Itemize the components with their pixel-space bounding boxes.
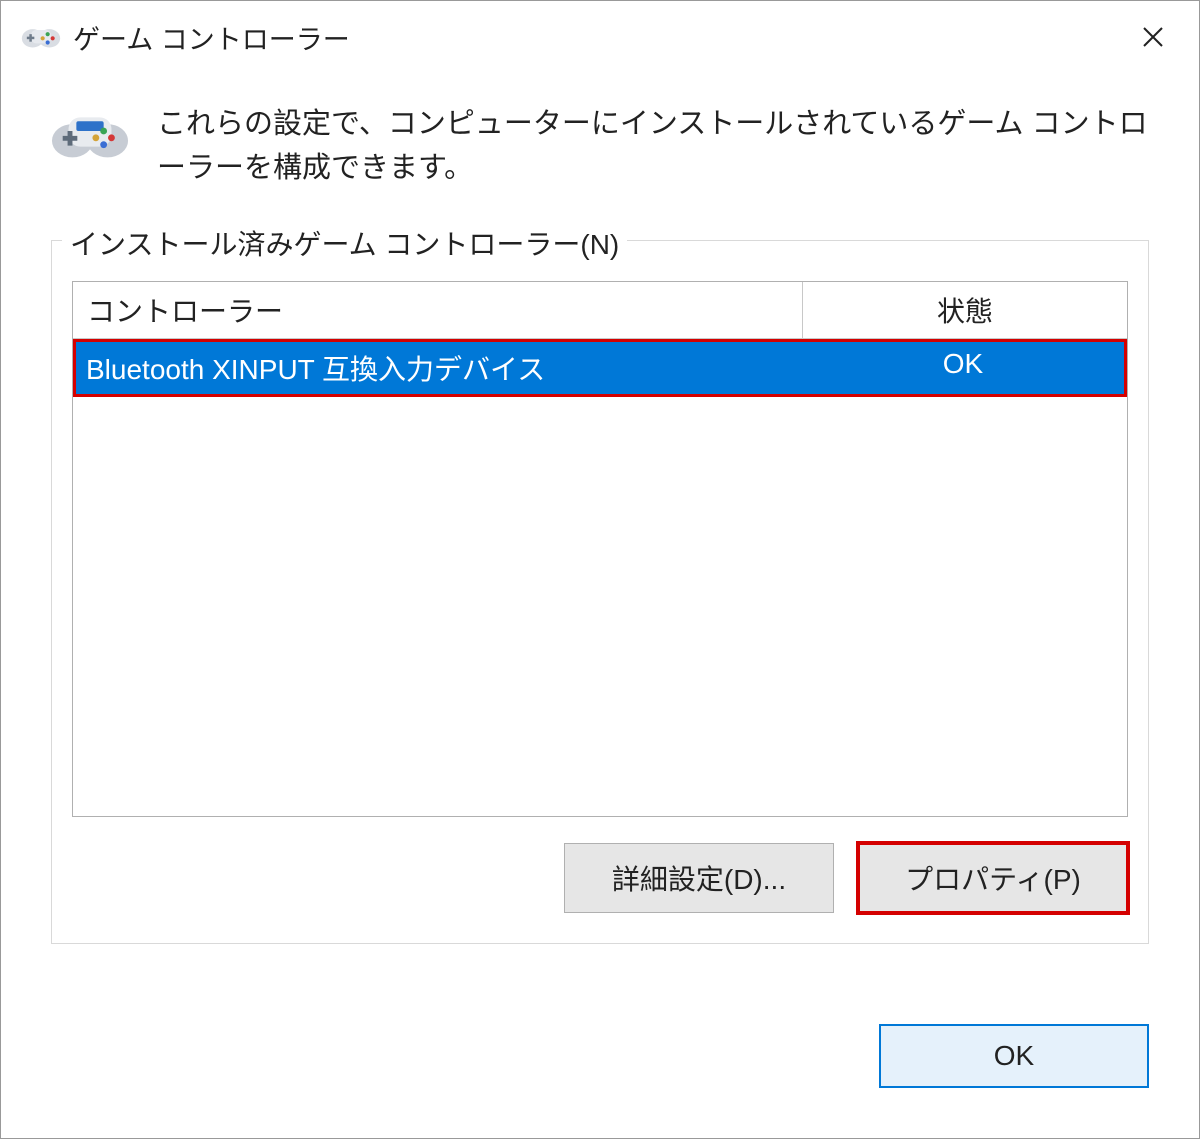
group-label: インストール済みゲーム コントローラー(N)	[62, 223, 627, 263]
dialog-footer: OK	[1, 1024, 1199, 1138]
dialog-content: これらの設定で、コンピューターにインストールされているゲーム コントローラーを構…	[1, 73, 1199, 1024]
intro-text: これらの設定で、コンピューターにインストールされているゲーム コントローラーを構…	[157, 103, 1149, 190]
column-header-status[interactable]: 状態	[803, 282, 1127, 338]
window-title: ゲーム コントローラー	[73, 18, 350, 57]
titlebar-left: ゲーム コントローラー	[21, 15, 350, 60]
list-body: Bluetooth XINPUT 互換入力デバイス OK	[73, 339, 1127, 816]
ok-button[interactable]: OK	[879, 1024, 1149, 1088]
column-header-controller[interactable]: コントローラー	[73, 282, 803, 338]
intro-section: これらの設定で、コンピューターにインストールされているゲーム コントローラーを構…	[51, 103, 1149, 190]
close-button[interactable]	[1123, 13, 1183, 61]
controller-list[interactable]: コントローラー 状態 Bluetooth XINPUT 互換入力デバイス OK	[72, 281, 1128, 817]
titlebar: ゲーム コントローラー	[1, 1, 1199, 73]
close-icon	[1141, 25, 1165, 49]
list-header: コントローラー 状態	[73, 282, 1127, 339]
row-controller-name: Bluetooth XINPUT 互換入力デバイス	[76, 342, 802, 394]
game-controller-icon	[21, 15, 61, 60]
properties-button[interactable]: プロパティ(P)	[858, 843, 1128, 913]
gamepad-icon	[51, 103, 129, 164]
group-button-row: 詳細設定(D)... プロパティ(P)	[72, 843, 1128, 913]
row-controller-status: OK	[802, 342, 1124, 394]
list-row[interactable]: Bluetooth XINPUT 互換入力デバイス OK	[73, 339, 1127, 397]
dialog-window: ゲーム コントローラー	[0, 0, 1200, 1139]
installed-controllers-group: インストール済みゲーム コントローラー(N) コントローラー 状態 Blueto…	[51, 240, 1149, 944]
advanced-settings-button[interactable]: 詳細設定(D)...	[564, 843, 834, 913]
